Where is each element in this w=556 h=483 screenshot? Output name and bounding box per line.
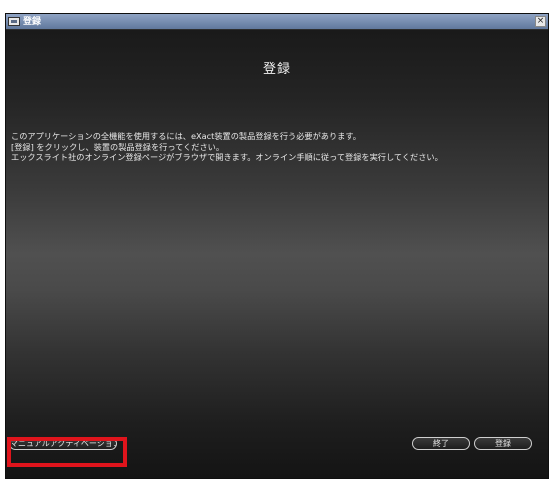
app-icon: [8, 17, 20, 26]
registration-window: 登録 × 登録 このアプリケーションの全機能を使用するには、eXact装置の製品…: [5, 13, 549, 479]
message-line: このアプリケーションの全機能を使用するには、eXact装置の製品登録を行う必要が…: [11, 131, 361, 141]
message-line: エックスライト社のオンライン登録ページがブラウザで開きます。オンライン手順に従っ…: [11, 152, 443, 162]
title-bar[interactable]: 登録 ×: [6, 14, 548, 30]
window-title: 登録: [23, 16, 42, 27]
register-button[interactable]: 登録: [474, 437, 532, 450]
manual-activation-button[interactable]: マニュアルアクティベーション: [9, 437, 117, 450]
exit-button[interactable]: 終了: [412, 437, 470, 450]
close-button[interactable]: ×: [535, 16, 546, 27]
page-title: 登録: [262, 62, 291, 77]
dialog-content: 登録 このアプリケーションの全機能を使用するには、eXact装置の製品登録を行う…: [6, 30, 548, 478]
message-line: [登録] をクリックし、装置の製品登録を行ってください。: [11, 141, 225, 152]
screenshot-page: 登録 × 登録 このアプリケーションの全機能を使用するには、eXact装置の製品…: [0, 0, 556, 483]
instruction-text: このアプリケーションの全機能を使用するには、eXact装置の製品登録を行う必要が…: [11, 131, 541, 163]
